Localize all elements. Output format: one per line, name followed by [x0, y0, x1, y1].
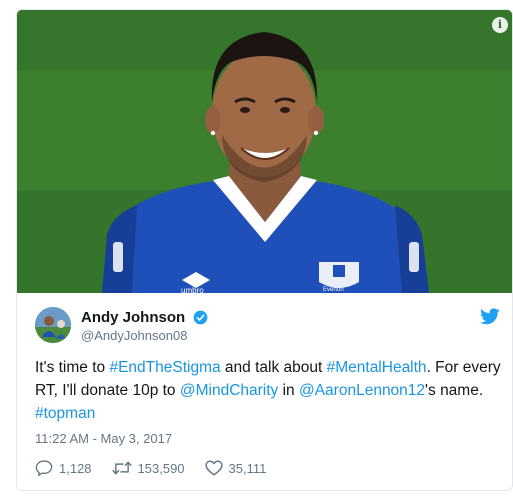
- tweet-header: Andy Johnson @AndyJohnson08: [35, 306, 500, 346]
- hashtag-link[interactable]: #EndTheStigma: [109, 359, 220, 376]
- retweet-count: 153,590: [137, 460, 185, 476]
- user-name[interactable]: Andy Johnson: [81, 309, 208, 326]
- avatar[interactable]: [35, 307, 71, 343]
- tweet-card: umbro Everton i Andy Johnson @AndyJohnso…: [16, 9, 513, 491]
- tweet-photo[interactable]: umbro Everton i: [17, 10, 512, 293]
- like-button[interactable]: 35,111: [204, 460, 267, 476]
- tweet-text-part: in: [278, 382, 299, 399]
- info-icon[interactable]: i: [492, 17, 508, 33]
- mention-link[interactable]: @AaronLennon12: [299, 382, 425, 399]
- hashtag-link[interactable]: #topman: [35, 405, 95, 422]
- reply-button[interactable]: 1,128: [35, 460, 92, 476]
- tweet-text-part: 's name.: [425, 382, 484, 399]
- retweet-icon: [111, 461, 132, 475]
- user-handle[interactable]: @AndyJohnson08: [81, 328, 187, 343]
- player-photo: umbro Everton: [17, 10, 512, 293]
- like-count: 35,111: [228, 460, 267, 476]
- verified-badge-icon: [193, 310, 208, 325]
- retweet-button[interactable]: 153,590: [111, 460, 185, 476]
- reply-icon: [35, 460, 53, 476]
- crest-text: Everton: [323, 287, 344, 293]
- tweet-text-part: and talk about: [220, 359, 327, 376]
- shirt-logo-text: umbro: [181, 286, 204, 293]
- twitter-bird-icon[interactable]: [480, 308, 500, 325]
- user-name-text: Andy Johnson: [81, 309, 186, 326]
- avatar-image: [35, 307, 71, 343]
- heart-icon: [204, 460, 223, 476]
- tweet-text-part: It's time to: [35, 359, 110, 376]
- mention-link[interactable]: @MindCharity: [180, 382, 278, 399]
- hashtag-link[interactable]: #MentalHealth: [327, 359, 427, 376]
- reply-count: 1,128: [59, 460, 92, 476]
- tweet-text: It's time to #EndTheStigma and talk abou…: [35, 356, 505, 425]
- tweet-timestamp[interactable]: 11:22 AM - May 3, 2017: [35, 431, 172, 446]
- tweet-actions: 1,128 153,590 35,111: [35, 458, 286, 478]
